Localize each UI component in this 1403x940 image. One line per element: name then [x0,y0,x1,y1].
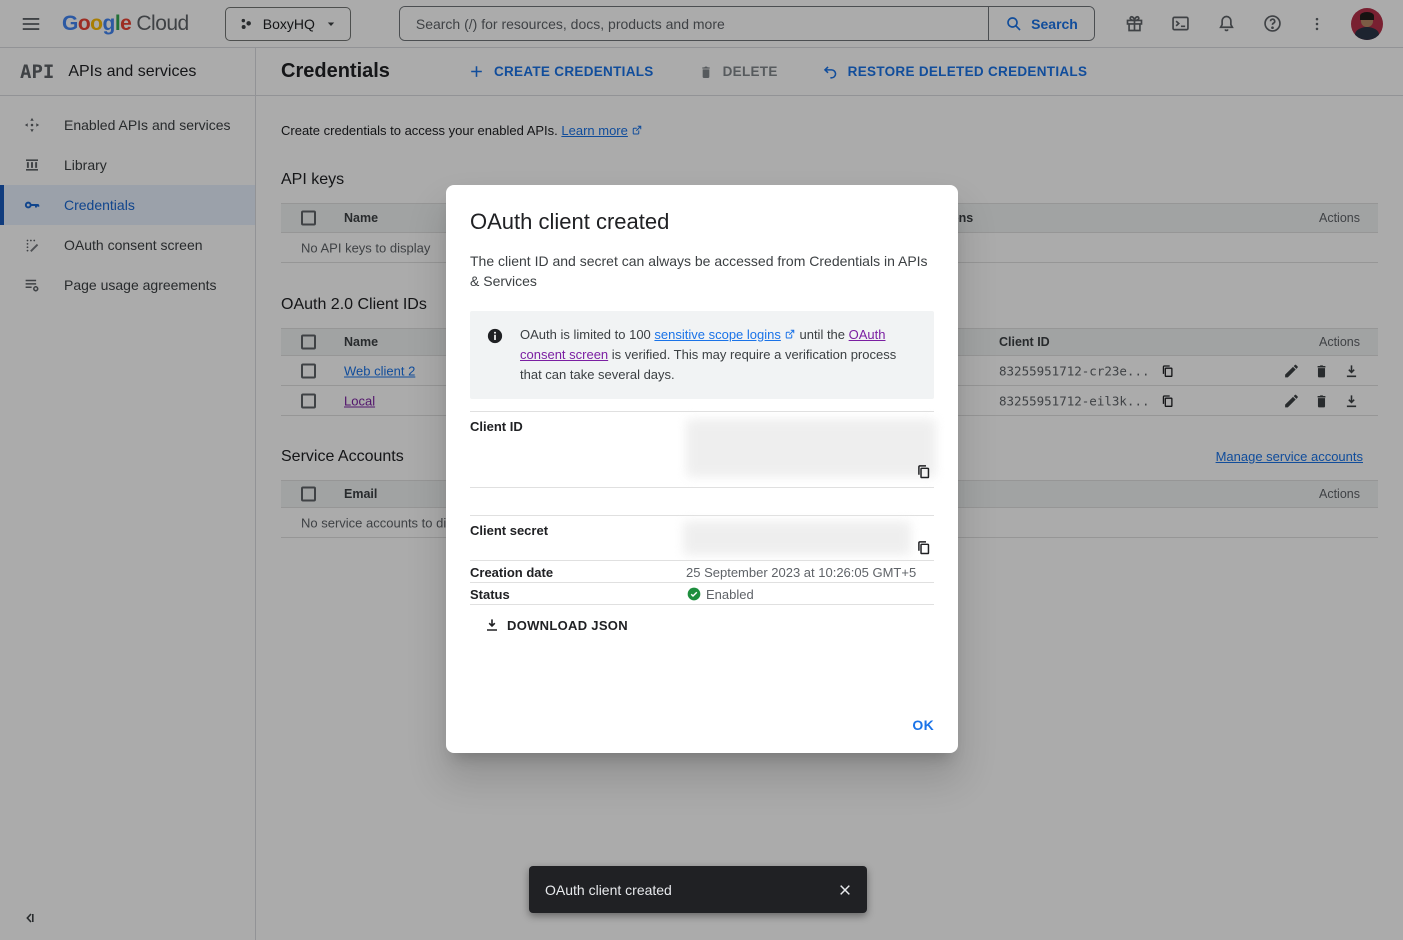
creation-date-row: Creation date 25 September 2023 at 10:26… [470,560,934,582]
spacer-row [470,487,934,515]
snackbar-message: OAuth client created [545,882,837,898]
download-icon [484,617,500,633]
client-id-row: Client ID [470,411,934,487]
field-label: Creation date [470,565,553,580]
ok-button[interactable]: OK [912,717,934,733]
download-json-button[interactable]: DOWNLOAD JSON [484,617,628,633]
external-link-icon [784,328,796,340]
client-secret-row: Client secret [470,515,934,560]
dialog-subtitle: The client ID and secret can always be a… [470,251,934,291]
info-icon [486,327,504,385]
field-label: Status [470,587,510,602]
check-circle-icon [686,586,702,602]
copy-icon[interactable] [915,463,932,480]
download-json-label: DOWNLOAD JSON [507,618,628,633]
oauth-client-created-dialog: OAuth client created The client ID and s… [446,185,958,753]
redacted-client-id [686,419,936,477]
status-value: Enabled [686,586,754,602]
copy-icon[interactable] [915,539,932,556]
gcp-console: G o o g l e Cloud BoxyHQ Search [0,0,1403,940]
dialog-fields: Client ID Client secret Creation date 25… [470,411,934,605]
dialog-title: OAuth client created [470,209,934,235]
status-badge: Enabled [706,587,754,602]
snackbar: OAuth client created [529,866,867,913]
status-row: Status Enabled [470,582,934,605]
close-icon[interactable] [837,882,853,898]
notice-mid: until the [796,327,849,342]
field-label: Client ID [470,419,523,434]
sensitive-scope-logins-link[interactable]: sensitive scope logins [654,327,780,342]
notice-text: OAuth is limited to 100 sensitive scope … [520,325,918,385]
redacted-client-secret [683,521,911,555]
notice-pre: OAuth is limited to 100 [520,327,654,342]
creation-date-value: 25 September 2023 at 10:26:05 GMT+5 [686,565,916,580]
field-label: Client secret [470,523,548,538]
verification-notice: OAuth is limited to 100 sensitive scope … [470,311,934,399]
